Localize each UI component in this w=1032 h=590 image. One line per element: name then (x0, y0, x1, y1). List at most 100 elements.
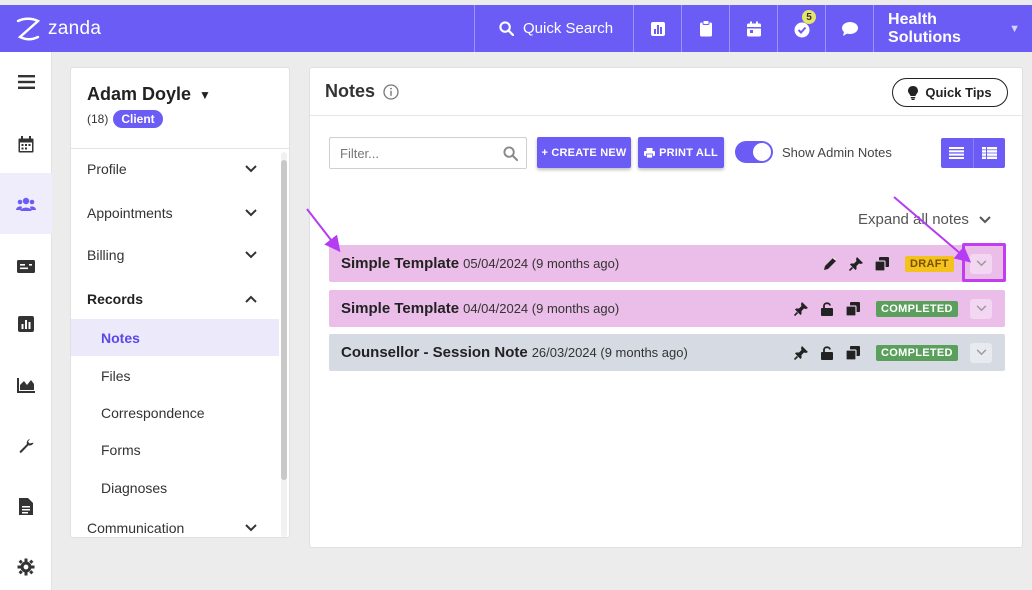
print-all-button[interactable]: PRINT ALL (638, 137, 724, 168)
page-title-text: Notes (325, 81, 376, 101)
task-count-badge: 5 (802, 10, 817, 24)
show-admin-notes-toggle[interactable] (735, 141, 773, 163)
divider (71, 148, 289, 149)
edit-icon[interactable] (823, 256, 837, 271)
chevron-down-icon (245, 523, 257, 531)
sub-item-correspondence[interactable]: Correspondence (71, 394, 279, 431)
note-expand-button[interactable] (970, 298, 992, 319)
note-status-badge: COMPLETED (876, 344, 958, 361)
clients-icon (16, 197, 36, 211)
rail-settings[interactable] (0, 549, 52, 585)
scrollbar-thumb[interactable] (281, 160, 287, 480)
rail-documents[interactable] (0, 488, 52, 524)
rail-menu[interactable] (0, 64, 52, 100)
client-count: (18) (87, 112, 109, 126)
unlock-icon[interactable] (820, 345, 834, 360)
menu-appointments[interactable]: Appointments (71, 194, 281, 231)
printer-icon (644, 147, 656, 158)
reports-icon (18, 316, 34, 332)
rail-analytics[interactable] (0, 367, 52, 403)
expand-all-notes-button[interactable]: Expand all notes (858, 211, 991, 228)
quick-tips-button[interactable]: Quick Tips (892, 78, 1008, 107)
rail-billing[interactable] (0, 248, 52, 284)
organization-name: Health Solutions (888, 10, 961, 46)
table-view-icon (981, 147, 997, 159)
toggle-knob (753, 143, 771, 161)
sub-item-files[interactable]: Files (71, 357, 279, 394)
chevron-down-icon (976, 349, 986, 356)
note-actions: COMPLETED (794, 300, 958, 317)
search-icon (499, 21, 514, 36)
menu-label: Appointments (87, 204, 173, 221)
create-new-button[interactable]: + CREATE NEW (537, 137, 631, 168)
filter-field[interactable] (329, 137, 527, 169)
page-title: Notes (325, 81, 399, 102)
sub-item-label: Notes (101, 329, 140, 346)
sub-item-forms[interactable]: Forms (71, 431, 279, 468)
messages-button[interactable] (825, 5, 873, 52)
quick-tips-label: Quick Tips (925, 85, 992, 100)
sub-item-notes[interactable]: Notes (71, 319, 279, 356)
menu-profile[interactable]: Profile (71, 150, 281, 187)
menu-label: Billing (87, 246, 125, 263)
clipboard-button[interactable] (681, 5, 729, 52)
create-new-label: + CREATE NEW (541, 146, 627, 159)
quick-search-button[interactable]: Quick Search (474, 5, 633, 52)
brand-name: zanda (48, 17, 102, 39)
chevron-down-icon (245, 250, 257, 258)
copy-icon[interactable] (846, 345, 860, 360)
note-title: Simple Template (341, 300, 460, 317)
billing-card-icon (17, 259, 35, 273)
organization-switcher[interactable]: Health Solutions ▼ (873, 5, 1032, 52)
side-panel-scrollbar[interactable] (281, 152, 287, 537)
note-row[interactable]: Counsellor - Session Note 26/03/2024 (9 … (329, 334, 1005, 371)
menu-communication[interactable]: Communication (71, 509, 281, 537)
menu-billing[interactable]: Billing (71, 236, 281, 273)
info-icon[interactable] (383, 83, 399, 100)
note-row[interactable]: Simple Template 05/04/2024 (9 months ago… (329, 245, 1005, 282)
zanda-logo-icon (16, 17, 41, 40)
tasks-button[interactable]: 5 (777, 5, 825, 52)
rail-tools[interactable] (0, 428, 52, 464)
divider (310, 115, 1024, 116)
analytics-icon (17, 377, 35, 393)
filter-input[interactable] (340, 145, 490, 161)
list-view-button[interactable] (941, 138, 973, 168)
caret-down-icon: ▼ (199, 87, 211, 102)
chevron-down-icon (979, 215, 991, 223)
chevron-down-icon (976, 305, 986, 312)
pin-icon[interactable] (794, 301, 808, 316)
sub-item-diagnoses[interactable]: Diagnoses (71, 469, 279, 506)
copy-icon[interactable] (875, 256, 889, 271)
rail-reports[interactable] (0, 306, 52, 342)
tools-icon (19, 438, 33, 453)
quick-search-label: Quick Search (523, 20, 614, 37)
note-title: Simple Template (341, 255, 460, 272)
calendar-button[interactable] (729, 5, 777, 52)
sub-item-label: Correspondence (101, 404, 205, 421)
note-expand-button[interactable] (970, 342, 992, 363)
calendar-icon (18, 135, 34, 152)
note-status-badge: DRAFT (905, 255, 954, 272)
menu-label: Records (87, 290, 144, 307)
menu-icon (17, 75, 35, 89)
reports-button[interactable] (633, 5, 681, 52)
note-title: Counsellor - Session Note (341, 344, 528, 361)
copy-icon[interactable] (846, 301, 860, 316)
menu-label: Profile (87, 160, 127, 177)
pin-icon[interactable] (849, 256, 863, 271)
rail-clients[interactable] (0, 173, 52, 234)
zanda-logo[interactable]: zanda (0, 15, 474, 43)
unlock-icon[interactable] (820, 301, 834, 316)
table-view-button[interactable] (972, 138, 1005, 168)
sub-item-label: Forms (101, 441, 141, 458)
menu-records[interactable]: Records (71, 280, 281, 317)
left-navigation-rail (0, 52, 52, 590)
pin-icon[interactable] (794, 345, 808, 360)
chevron-up-icon (245, 295, 257, 303)
notes-panel: Notes Quick Tips + CREATE NEW PRINT ALL … (309, 67, 1024, 548)
note-row[interactable]: Simple Template 04/04/2024 (9 months ago… (329, 290, 1005, 327)
rail-calendar[interactable] (0, 124, 52, 164)
client-name-dropdown[interactable]: Adam Doyle ▼ (87, 84, 211, 105)
chevron-down-icon (245, 208, 257, 216)
